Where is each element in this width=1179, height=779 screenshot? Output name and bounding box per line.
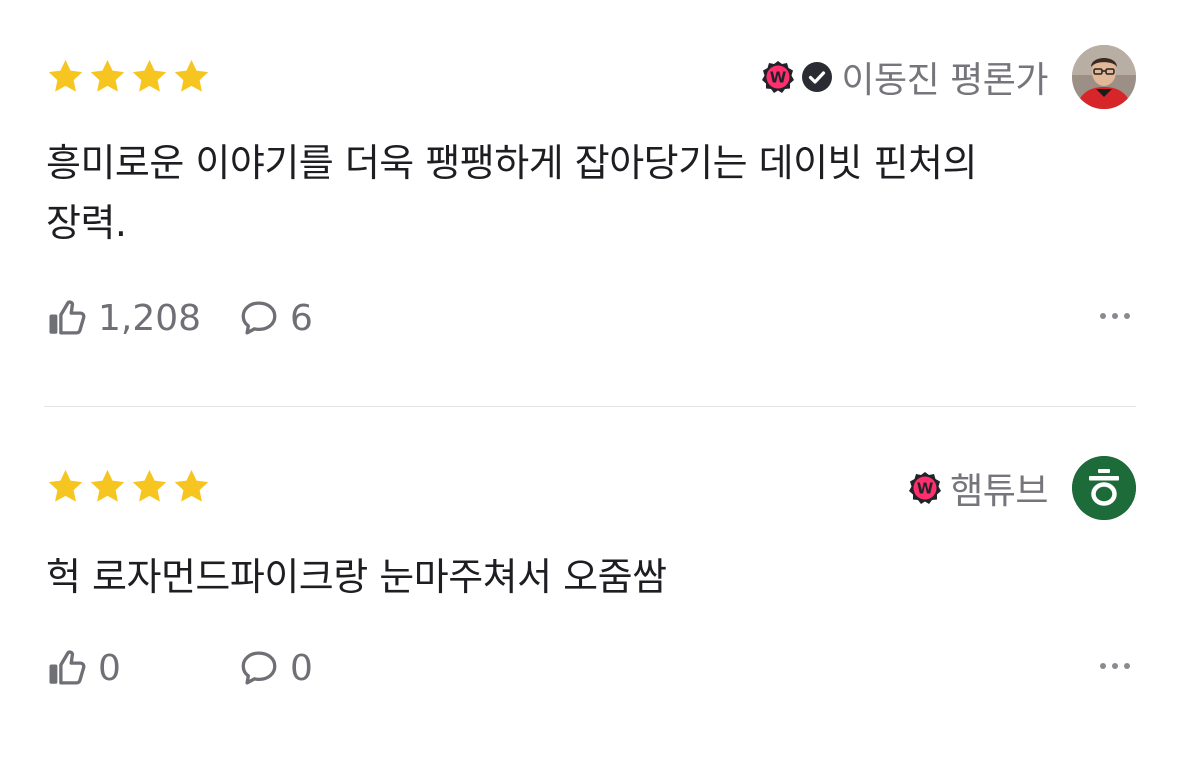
author-name[interactable]: 이동진 평론가	[841, 51, 1048, 103]
star-icon	[132, 469, 167, 502]
avatar-letter-icon	[1072, 456, 1136, 520]
star-icon	[174, 59, 209, 92]
comment-count: 6	[290, 297, 313, 339]
review-actions: 0 0	[46, 646, 1136, 690]
review-text[interactable]: 흥미로운 이야기를 더욱 팽팽하게 잡아당기는 데이빗 핀처의 장력.	[46, 133, 1126, 253]
watcha-badge-icon: W	[909, 472, 942, 504]
review-text[interactable]: 헉 로자먼드파이크랑 눈마주쳐서 오줌쌈	[46, 547, 1126, 607]
review-text-line: 헉 로자먼드파이크랑 눈마주쳐서 오줌쌈	[46, 555, 667, 599]
like-count: 1,208	[98, 297, 202, 339]
comment-count: 0	[290, 647, 313, 689]
review-actions: 1,208 6	[46, 296, 1136, 340]
star-icon	[90, 59, 125, 92]
star-icon	[48, 469, 83, 502]
review-text-line: 장력.	[46, 201, 127, 245]
avatar[interactable]	[1072, 45, 1136, 109]
like-count: 0	[98, 647, 121, 689]
star-icon	[90, 469, 125, 502]
star-icon	[132, 59, 167, 92]
divider	[44, 406, 1136, 407]
review-text-line: 흥미로운 이야기를 더욱 팽팽하게 잡아당기는 데이빗 핀처의	[46, 141, 977, 185]
badge-letter: W	[770, 69, 787, 87]
avatar[interactable]	[1072, 456, 1136, 520]
rating-stars	[46, 57, 211, 96]
more-options-icon[interactable]	[1098, 656, 1132, 676]
rating-stars	[46, 467, 211, 506]
author-name[interactable]: 햄튜브	[950, 462, 1048, 514]
like-button[interactable]: 0	[46, 647, 238, 689]
comment-button[interactable]: 6	[238, 297, 313, 339]
like-button[interactable]: 1,208	[46, 297, 238, 339]
comment-bubble-icon	[241, 651, 277, 685]
review-author[interactable]: W 햄튜브	[908, 455, 1136, 521]
star-icon	[48, 59, 83, 92]
check-circle-icon	[802, 62, 833, 92]
watcha-badge-icon: W	[762, 61, 795, 93]
thumbs-up-icon	[49, 650, 86, 685]
comment-bubble-icon	[241, 301, 277, 335]
avatar-photo	[1072, 45, 1136, 109]
star-icon	[174, 469, 209, 502]
review-author[interactable]: W 이동진 평론가	[761, 44, 1136, 110]
thumbs-up-icon	[49, 300, 86, 335]
badge-letter: W	[917, 480, 934, 498]
comment-button[interactable]: 0	[238, 647, 313, 689]
more-options-icon[interactable]	[1098, 306, 1132, 326]
